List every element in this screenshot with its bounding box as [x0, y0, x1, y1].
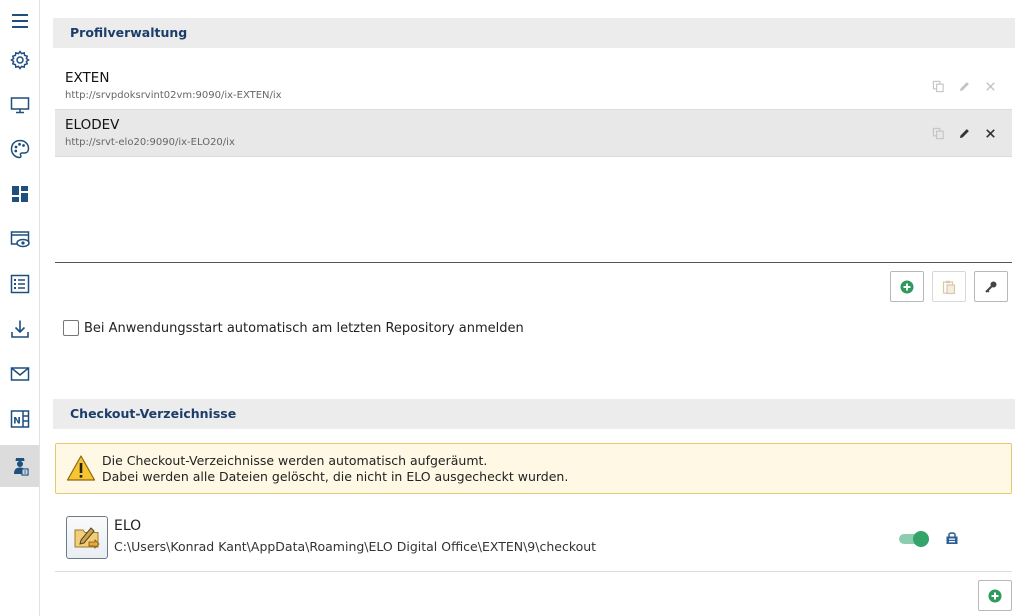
edit-profile-button[interactable] [956, 125, 972, 141]
nav-settings[interactable] [0, 39, 39, 81]
warning-text-line2: Dabei werden alle Dateien gelöscht, die … [102, 469, 569, 484]
add-profile-button[interactable] [890, 271, 924, 302]
checkout-section-header: Checkout-Verzeichnisse [53, 399, 1015, 429]
edit-profile-button[interactable] [956, 78, 972, 94]
folder-edit-icon [74, 526, 100, 549]
mail-icon [10, 367, 29, 381]
profile-row-elodev[interactable]: ELODEV http://srvt-elo20:9090/ix-ELO20/i… [55, 110, 1012, 156]
hamburger-menu-icon [11, 14, 28, 28]
copy-icon [932, 80, 944, 92]
plus-circle-icon [900, 280, 914, 293]
list-icon [10, 274, 29, 294]
row-divider [55, 156, 1012, 157]
profile-name: ELODEV [65, 117, 120, 133]
checkout-name: ELO [114, 518, 142, 534]
nav-preview[interactable] [0, 218, 39, 260]
checkout-path: C:\Users\Konrad Kant\AppData\Roaming\ELO… [114, 539, 597, 554]
key-icon [985, 281, 997, 293]
paste-profile-button[interactable] [932, 271, 966, 302]
delete-profile-button[interactable] [982, 78, 998, 94]
dashboard-icon [11, 186, 28, 202]
auto-login-option[interactable]: Bei Anwendungsstart automatisch am letzt… [63, 320, 524, 336]
nav-theme[interactable] [0, 128, 39, 170]
profile-url: http://srvt-elo20:9090/ix-ELO20/ix [65, 137, 235, 148]
plus-circle-icon [988, 589, 1002, 602]
profile-row-exten[interactable]: EXTEN http://srvpdoksrvint02vm:9090/ix-E… [55, 63, 1012, 109]
nav-list[interactable] [0, 263, 39, 305]
auto-login-label: Bei Anwendungsstart automatisch am letzt… [84, 320, 524, 336]
profile-section-header: Profilverwaltung [53, 18, 1015, 48]
nav-dashboard[interactable] [0, 173, 39, 215]
user-badge-icon [13, 458, 29, 476]
copy-icon [932, 127, 944, 139]
checkout-directory-row[interactable]: ELO C:\Users\Konrad Kant\AppData\Roaming… [55, 510, 1012, 572]
menu-button[interactable] [0, 0, 39, 42]
toggle-knob [913, 531, 929, 547]
clipboard-icon [942, 280, 956, 294]
warning-icon [66, 455, 96, 481]
warning-text-line1: Die Checkout-Verzeichnisse werden automa… [102, 453, 488, 468]
preview-eye-icon [10, 231, 30, 248]
delete-profile-button[interactable] [982, 125, 998, 141]
nav-profile-admin[interactable] [0, 445, 39, 487]
profile-key-button[interactable] [974, 271, 1008, 302]
pencil-icon [959, 81, 969, 91]
gear-icon [9, 50, 30, 70]
close-icon [985, 128, 995, 138]
directory-lock-icon[interactable] [945, 531, 959, 545]
palette-icon [10, 139, 29, 159]
profile-name: EXTEN [65, 70, 110, 86]
nav-display[interactable] [0, 84, 39, 126]
checkout-section-title: Checkout-Verzeichnisse [70, 406, 237, 421]
checkout-enabled-toggle[interactable] [899, 531, 929, 547]
nav-download[interactable] [0, 308, 39, 350]
onenote-icon: N [10, 410, 29, 428]
download-icon [10, 320, 29, 338]
checkout-warning: Die Checkout-Verzeichnisse werden automa… [55, 443, 1012, 494]
profile-url: http://srvpdoksrvint02vm:9090/ix-EXTEN/i… [65, 90, 282, 101]
auto-login-checkbox[interactable] [63, 320, 79, 336]
copy-profile-button[interactable] [930, 125, 946, 141]
profile-list-border [55, 262, 1012, 263]
sidebar: N [0, 0, 40, 616]
pencil-icon [959, 128, 969, 138]
monitor-icon [10, 97, 29, 114]
svg-text:N: N [13, 417, 21, 427]
nav-mail[interactable] [0, 353, 39, 395]
profile-section-title: Profilverwaltung [70, 25, 188, 40]
close-icon [985, 81, 995, 91]
add-checkout-directory-button[interactable] [978, 580, 1012, 611]
checkout-folder-button[interactable] [66, 516, 108, 559]
copy-profile-button[interactable] [930, 78, 946, 94]
nav-onenote[interactable]: N [0, 398, 39, 440]
